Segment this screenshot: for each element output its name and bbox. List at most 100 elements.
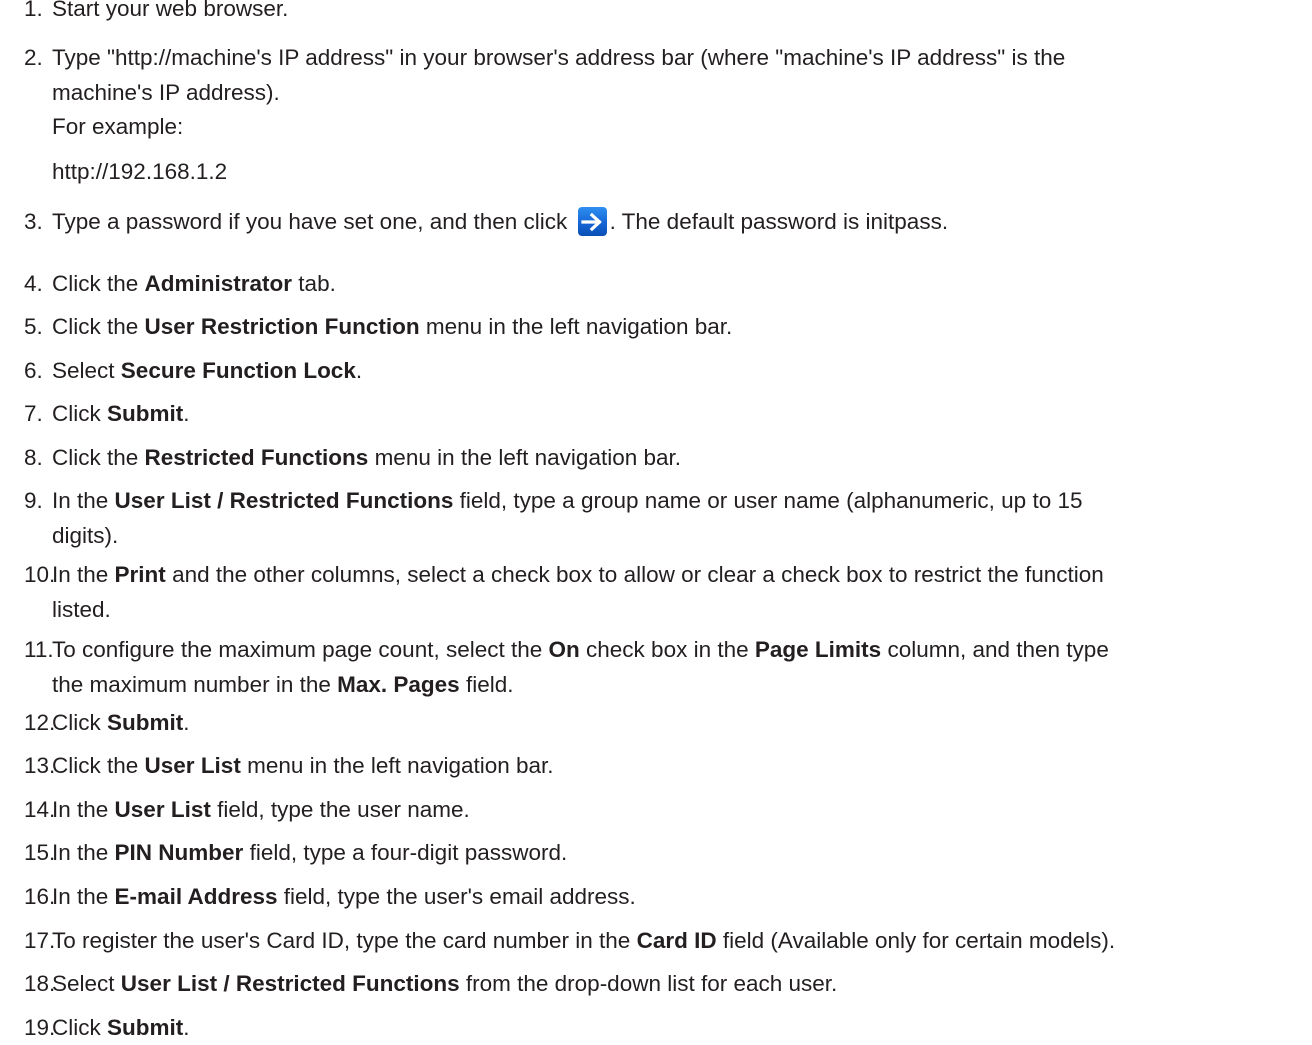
ui-term: Submit bbox=[107, 1015, 184, 1040]
text-line: Click the Restricted Functions menu in t… bbox=[52, 443, 1312, 473]
ui-term: User List bbox=[144, 753, 241, 778]
step-number: 15. bbox=[24, 840, 56, 865]
step-number: 3. bbox=[24, 209, 43, 234]
step-number: 18. bbox=[24, 971, 56, 996]
step-number: 9. bbox=[24, 488, 43, 513]
text-run: Type "http://machine's IP address" in yo… bbox=[52, 45, 1066, 70]
ui-term: Restricted Functions bbox=[144, 445, 369, 470]
text-run: . bbox=[183, 710, 190, 735]
step-text: Click Submit. bbox=[52, 399, 1312, 429]
step-number: 13. bbox=[24, 753, 56, 778]
step-number: 14. bbox=[24, 797, 56, 822]
text-run: Click the bbox=[52, 753, 145, 778]
text-run: digits). bbox=[52, 523, 119, 548]
text-run: Type a password if you have set one, and… bbox=[52, 209, 574, 234]
text-run: field, type a four-digit password. bbox=[243, 840, 568, 865]
text-line: Type "http://machine's IP address" in yo… bbox=[52, 43, 1312, 73]
step-text: Click the Restricted Functions menu in t… bbox=[52, 443, 1312, 473]
text-run: check box in the bbox=[579, 637, 755, 662]
text-line: http://192.168.1.2 bbox=[52, 157, 1312, 187]
text-run: from the drop-down list for each user. bbox=[459, 971, 838, 996]
step-text: To configure the maximum page count, sel… bbox=[52, 635, 1312, 700]
text-line: listed. bbox=[52, 595, 1312, 625]
step-text: http://192.168.1.2 bbox=[52, 157, 1312, 187]
text-run: and the other columns, select a check bo… bbox=[165, 562, 1104, 587]
text-line: Start your web browser. bbox=[52, 0, 1312, 24]
step-number: 19. bbox=[24, 1015, 56, 1040]
step-text: Click the Administrator tab. bbox=[52, 269, 1312, 299]
text-line: Select Secure Function Lock. bbox=[52, 356, 1312, 386]
arrow-right-icon bbox=[577, 207, 607, 236]
text-run: tab. bbox=[292, 271, 336, 296]
text-run: Click the bbox=[52, 314, 145, 339]
ui-term: User List / Restricted Functions bbox=[114, 488, 454, 513]
text-line: Type a password if you have set one, and… bbox=[52, 207, 1312, 237]
step-text: In the Print and the other columns, sele… bbox=[52, 560, 1312, 625]
step-text: In the User List field, type the user na… bbox=[52, 795, 1312, 825]
step-number: 11. bbox=[24, 637, 54, 662]
text-line: Click Submit. bbox=[52, 399, 1312, 429]
text-run: field, type the user name. bbox=[210, 797, 470, 822]
ui-term: Card ID bbox=[636, 928, 717, 953]
step-number: 2. bbox=[24, 45, 43, 70]
text-run: field (Available only for certain models… bbox=[716, 928, 1116, 953]
text-run: In the bbox=[52, 884, 115, 909]
ui-term: PIN Number bbox=[114, 840, 244, 865]
ui-term: Secure Function Lock bbox=[120, 358, 356, 383]
step-number: 6. bbox=[24, 358, 43, 383]
text-line: To register the user's Card ID, type the… bbox=[52, 926, 1312, 956]
text-line: Click the User Restriction Function menu… bbox=[52, 312, 1312, 342]
ui-term: Submit bbox=[107, 401, 184, 426]
text-run: column, and then type bbox=[881, 637, 1109, 662]
text-line: Select User List / Restricted Functions … bbox=[52, 969, 1312, 999]
step-text: Click Submit. bbox=[52, 1013, 1312, 1043]
step-text: Click Submit. bbox=[52, 708, 1312, 738]
text-line: Click the User List menu in the left nav… bbox=[52, 751, 1312, 781]
text-run: Start your web browser. bbox=[52, 0, 289, 21]
text-run: Select bbox=[52, 971, 121, 996]
text-run: In the bbox=[52, 840, 115, 865]
ui-term: Page Limits bbox=[754, 637, 882, 662]
step-number: 12. bbox=[24, 710, 56, 735]
text-run: In the bbox=[52, 488, 115, 513]
step-text: Type "http://machine's IP address" in yo… bbox=[52, 43, 1312, 108]
text-run: . bbox=[183, 401, 190, 426]
text-run: machine's IP address). bbox=[52, 80, 280, 105]
ui-term: Max. Pages bbox=[337, 672, 460, 697]
step-number: 7. bbox=[24, 401, 43, 426]
text-run: field. bbox=[459, 672, 514, 697]
text-run: listed. bbox=[52, 597, 111, 622]
text-line: In the PIN Number field, type a four-dig… bbox=[52, 838, 1312, 868]
text-run: To configure the maximum page count, sel… bbox=[52, 637, 549, 662]
step-text: Select Secure Function Lock. bbox=[52, 356, 1312, 386]
step-text: Select User List / Restricted Functions … bbox=[52, 969, 1312, 999]
text-line: In the E-mail Address field, type the us… bbox=[52, 882, 1312, 912]
ui-term: User List / Restricted Functions bbox=[120, 971, 460, 996]
text-line: For example: bbox=[52, 112, 1312, 142]
text-run: http://192.168.1.2 bbox=[52, 159, 228, 184]
step-text: For example: bbox=[52, 112, 1312, 142]
text-run: Click bbox=[52, 710, 107, 735]
step-number: 16. bbox=[24, 884, 56, 909]
text-line: Click Submit. bbox=[52, 1013, 1312, 1043]
text-run: the maximum number in the bbox=[52, 672, 338, 697]
step-text: Start your web browser. bbox=[52, 0, 1312, 24]
text-run: For example: bbox=[52, 114, 184, 139]
text-run: In the bbox=[52, 562, 115, 587]
ui-term: Administrator bbox=[144, 271, 293, 296]
text-run: Click the bbox=[52, 445, 145, 470]
text-run: field, type a group name or user name (a… bbox=[453, 488, 1083, 513]
text-line: Click Submit. bbox=[52, 708, 1312, 738]
step-number: 4. bbox=[24, 271, 43, 296]
ui-term: E-mail Address bbox=[114, 884, 278, 909]
step-text: In the E-mail Address field, type the us… bbox=[52, 882, 1312, 912]
step-text: Click the User List menu in the left nav… bbox=[52, 751, 1312, 781]
step-text: In the User List / Restricted Functions … bbox=[52, 486, 1312, 551]
text-run: Click bbox=[52, 401, 107, 426]
text-run: Select bbox=[52, 358, 121, 383]
text-run: . bbox=[183, 1015, 190, 1040]
text-line: Click the Administrator tab. bbox=[52, 269, 1312, 299]
ui-term: User Restriction Function bbox=[144, 314, 420, 339]
text-run: field, type the user's email address. bbox=[277, 884, 636, 909]
step-number: 1. bbox=[24, 0, 43, 21]
